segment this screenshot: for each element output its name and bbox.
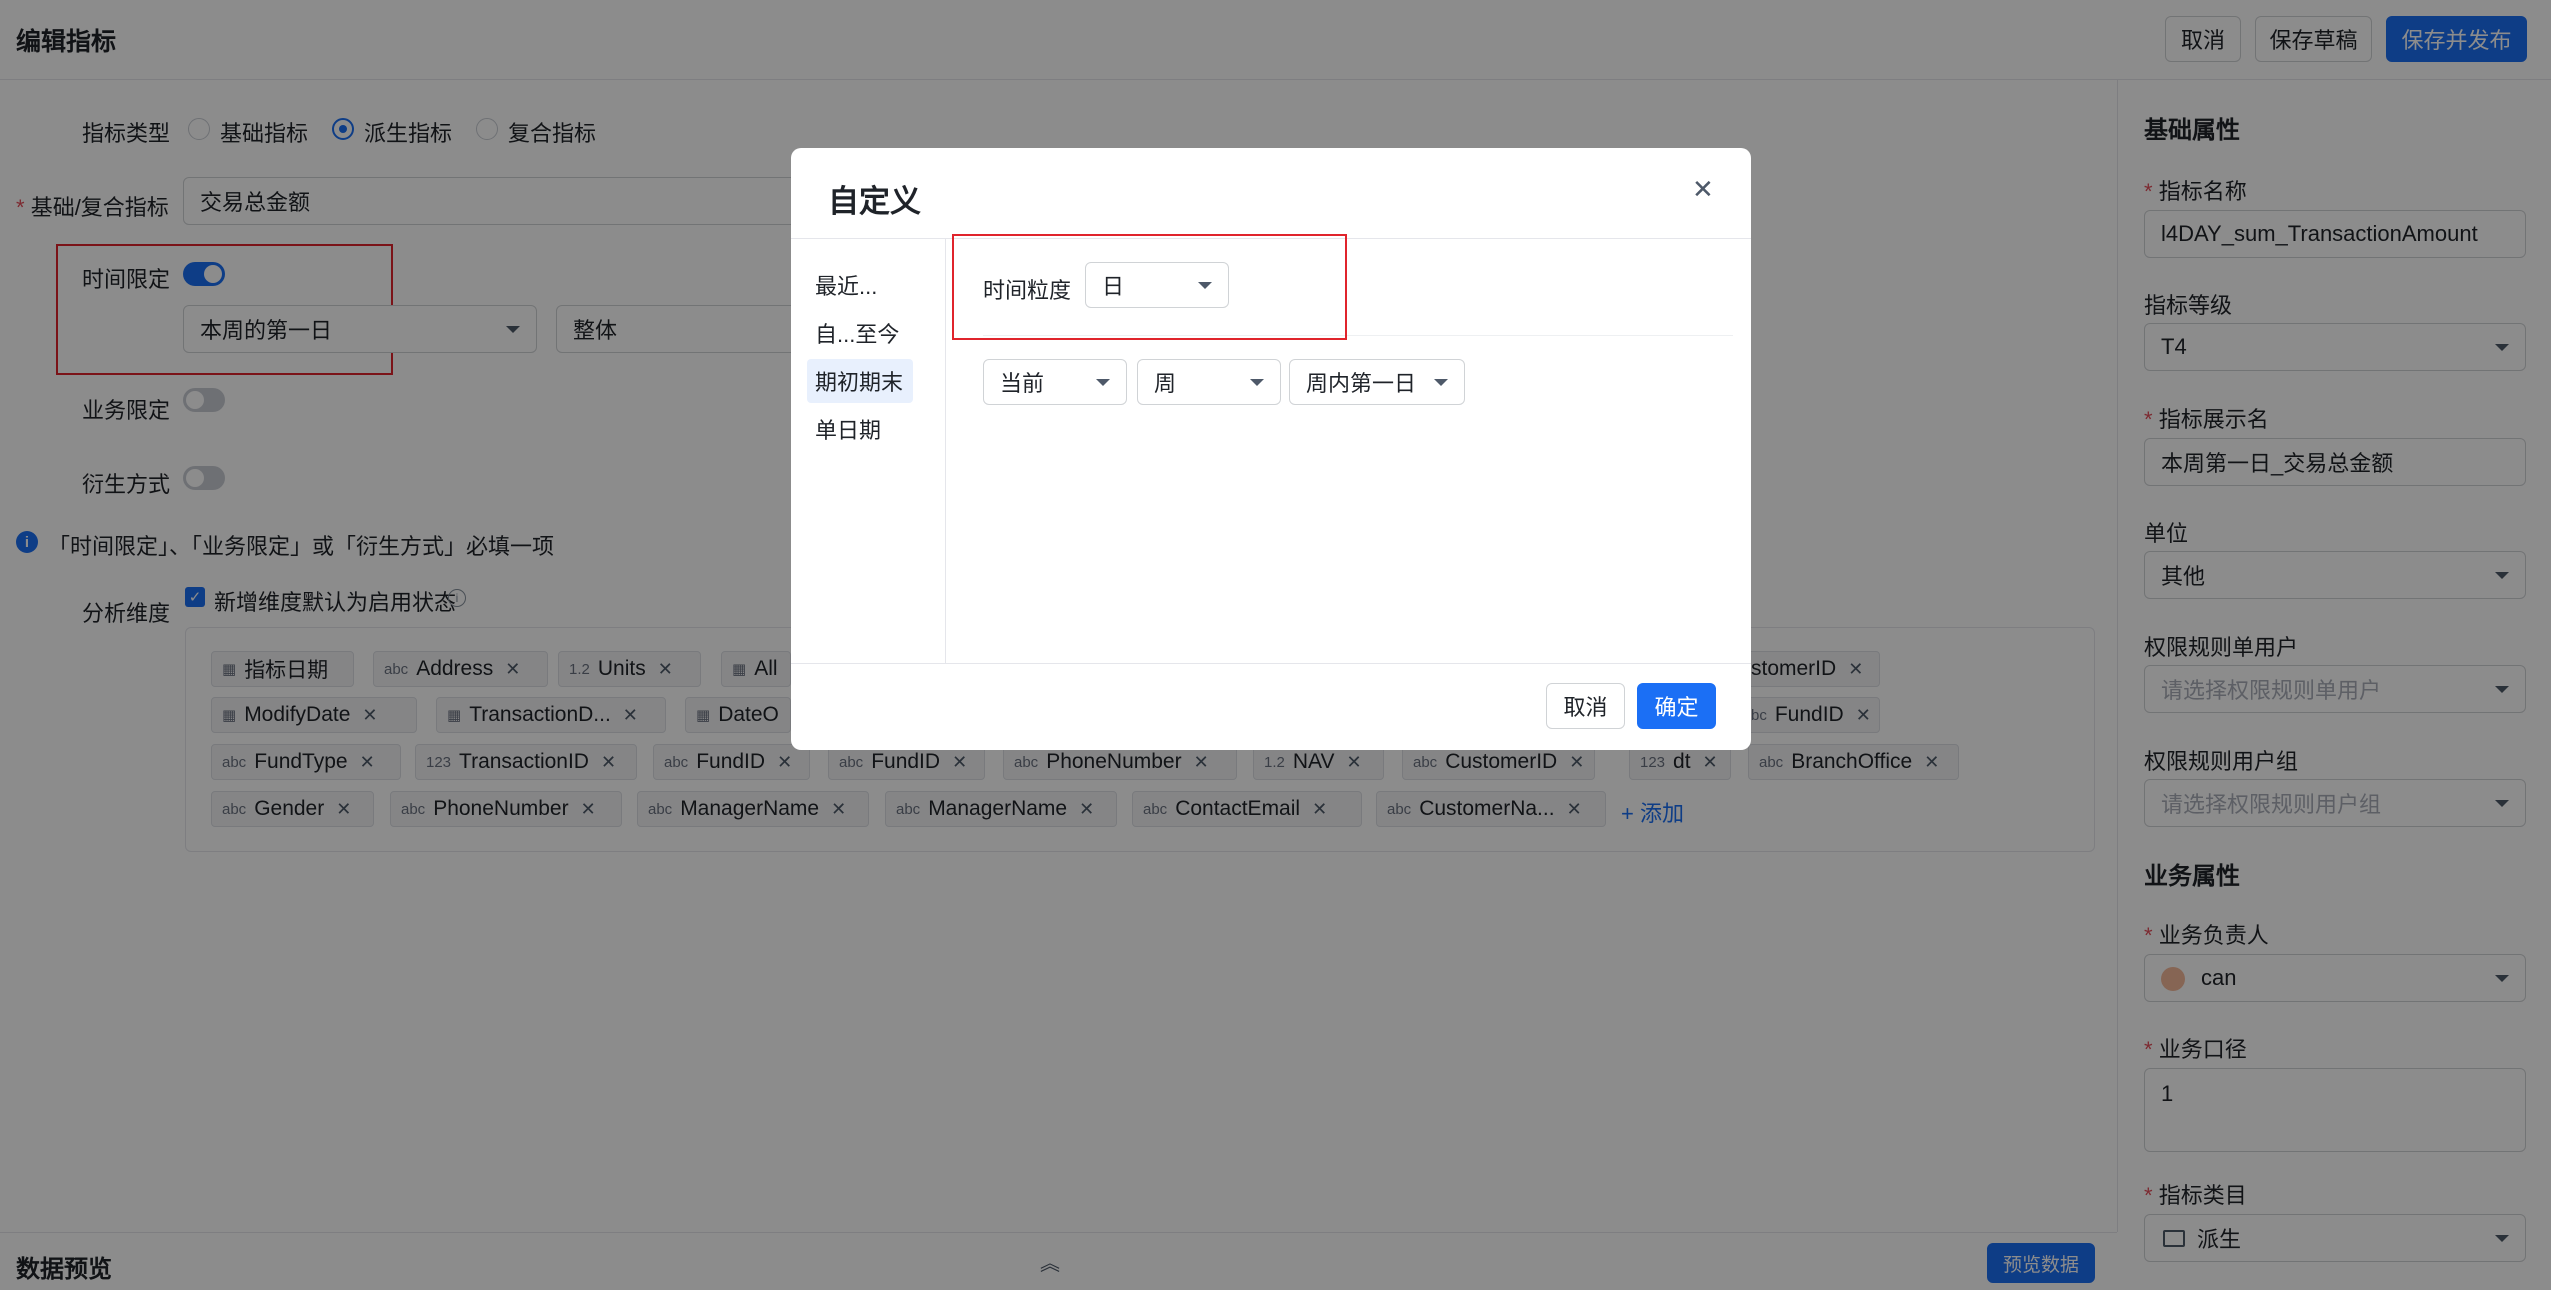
position-select[interactable]: 周内第一日 bbox=[1289, 359, 1465, 405]
modal-title: 自定义 bbox=[828, 184, 921, 219]
chevron-down-icon bbox=[1434, 379, 1448, 386]
nav-divider bbox=[945, 239, 946, 663]
close-icon[interactable]: ✕ bbox=[1692, 174, 1714, 205]
nav-recent[interactable]: 最近... bbox=[807, 263, 913, 307]
offset-value: 当前 bbox=[1000, 371, 1045, 396]
nav-since[interactable]: 自...至今 bbox=[807, 311, 913, 355]
offset-select[interactable]: 当前 bbox=[983, 359, 1127, 405]
period-select[interactable]: 周 bbox=[1137, 359, 1281, 405]
modal-cancel-button[interactable]: 取消 bbox=[1546, 683, 1625, 729]
position-value: 周内第一日 bbox=[1306, 371, 1417, 396]
highlight-box-granularity bbox=[952, 234, 1347, 340]
period-value: 周 bbox=[1154, 371, 1177, 396]
nav-period-start-end[interactable]: 期初期末 bbox=[807, 359, 913, 403]
modal-divider-bottom bbox=[791, 663, 1751, 664]
modal-confirm-button[interactable]: 确定 bbox=[1637, 683, 1716, 729]
nav-single-date[interactable]: 单日期 bbox=[807, 407, 913, 451]
chevron-down-icon bbox=[1096, 379, 1110, 386]
chevron-down-icon bbox=[1250, 379, 1264, 386]
